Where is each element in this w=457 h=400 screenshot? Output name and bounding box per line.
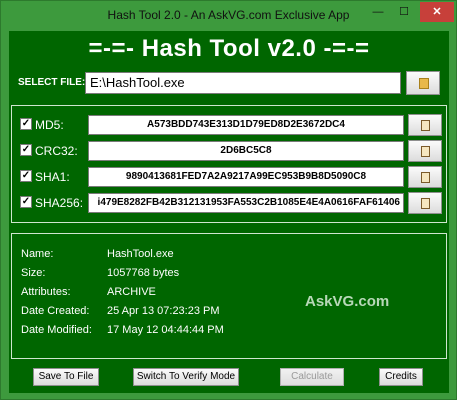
- md5-checkbox[interactable]: ✓: [20, 118, 32, 130]
- hash-row-crc32: ✓ CRC32: 2D6BC5C8: [12, 140, 448, 162]
- title-bar[interactable]: Hash Tool 2.0 - An AskVG.com Exclusive A…: [1, 1, 456, 31]
- copy-sha1-button[interactable]: [408, 166, 442, 188]
- clipboard-icon: [421, 198, 430, 209]
- md5-value[interactable]: A573BDD743E313D1D79ED8D2E3672DC4: [88, 115, 404, 135]
- hash-row-sha256: ✓ SHA256: i479E8282FB42B312131953FA553C2…: [12, 192, 448, 214]
- clipboard-icon: [421, 172, 430, 183]
- calculate-button[interactable]: Calculate: [280, 368, 344, 386]
- sha256-label: SHA256:: [35, 196, 84, 210]
- copy-md5-button[interactable]: [408, 114, 442, 136]
- crc32-checkbox[interactable]: ✓: [20, 144, 32, 156]
- crc32-label: CRC32:: [35, 144, 78, 158]
- credits-button[interactable]: Credits: [379, 368, 423, 386]
- info-key: Date Created:: [21, 305, 90, 317]
- sha1-label: SHA1:: [35, 170, 70, 184]
- clipboard-icon: [421, 146, 430, 157]
- clipboard-icon: [421, 120, 430, 131]
- info-value: ARCHIVE: [107, 286, 156, 298]
- info-key: Attributes:: [21, 286, 71, 298]
- info-value: 17 May 12 04:44:44 PM: [107, 324, 224, 336]
- info-key: Size:: [21, 267, 46, 279]
- md5-label: MD5:: [35, 118, 64, 132]
- info-value: HashTool.exe: [107, 248, 174, 260]
- switch-verify-mode-button[interactable]: Switch To Verify Mode: [133, 368, 239, 386]
- file-path-input[interactable]: E:\HashTool.exe: [85, 72, 401, 94]
- save-to-file-button[interactable]: Save To File: [33, 368, 99, 386]
- info-key: Name:: [21, 248, 54, 260]
- copy-crc32-button[interactable]: [408, 140, 442, 162]
- info-value: 25 Apr 13 07:23:23 PM: [107, 305, 220, 317]
- sha256-value[interactable]: i479E8282FB42B312131953FA553C2B1085E4E4A…: [88, 193, 404, 213]
- copy-sha256-button[interactable]: [408, 192, 442, 214]
- minimize-button[interactable]: —: [365, 2, 391, 22]
- watermark: AskVG.com: [305, 293, 390, 310]
- folder-icon: [419, 78, 429, 89]
- client-area: =-=- Hash Tool v2.0 -=-= SELECT FILE: E:…: [9, 31, 449, 393]
- maximize-button[interactable]: ☐: [391, 2, 417, 22]
- info-key: Date Modified:: [21, 324, 92, 336]
- app-heading: =-=- Hash Tool v2.0 -=-=: [88, 35, 370, 62]
- info-value: 1057768 bytes: [107, 267, 180, 279]
- sha256-checkbox[interactable]: ✓: [20, 196, 32, 208]
- browse-button[interactable]: [406, 71, 440, 95]
- crc32-value[interactable]: 2D6BC5C8: [88, 141, 404, 161]
- hash-row-md5: ✓ MD5: A573BDD743E313D1D79ED8D2E3672DC4: [12, 114, 448, 136]
- app-window: Hash Tool 2.0 - An AskVG.com Exclusive A…: [0, 0, 457, 400]
- hash-group: ✓ MD5: A573BDD743E313D1D79ED8D2E3672DC4 …: [11, 105, 447, 223]
- sha1-value[interactable]: 9890413681FED7A2A9217A99EC953B9B8D5090C8: [88, 167, 404, 187]
- sha1-checkbox[interactable]: ✓: [20, 170, 32, 182]
- select-file-label: SELECT FILE:: [18, 77, 86, 88]
- hash-row-sha1: ✓ SHA1: 9890413681FED7A2A9217A99EC953B9B…: [12, 166, 448, 188]
- close-button[interactable]: ✕: [420, 2, 454, 22]
